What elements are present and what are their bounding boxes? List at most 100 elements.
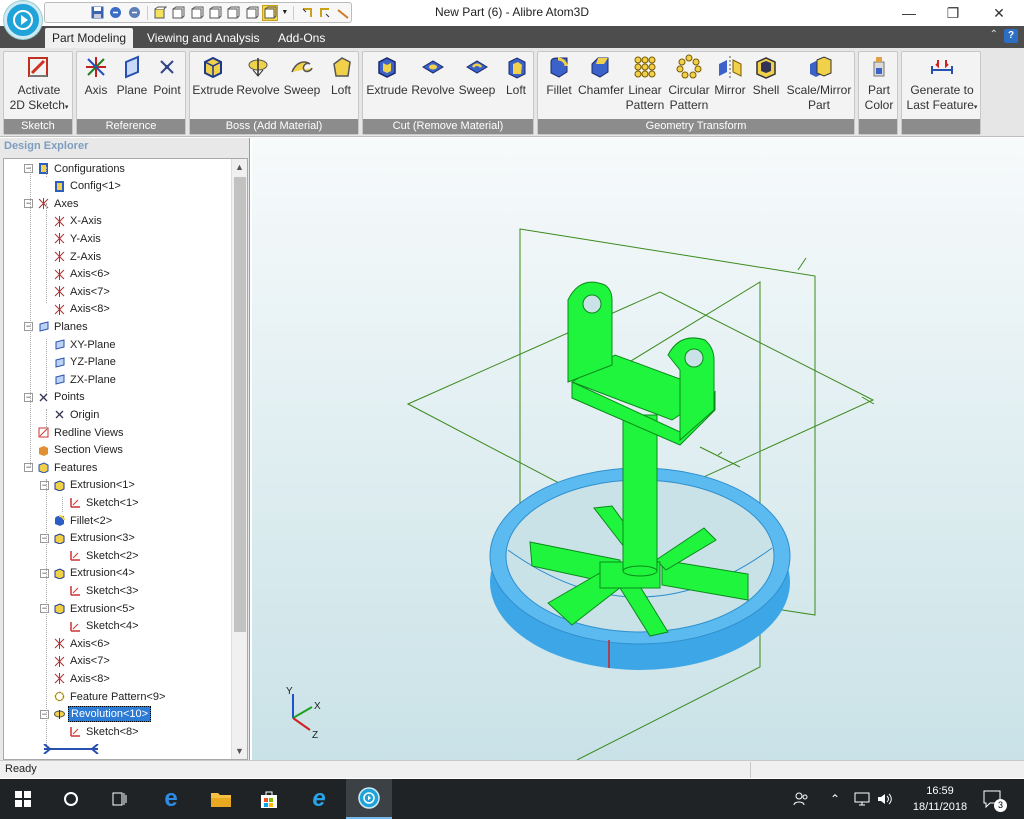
fillet-button[interactable]: Fillet xyxy=(540,54,578,98)
shell-button[interactable]: Shell xyxy=(748,54,784,98)
collapse-toggle-icon[interactable]: − xyxy=(40,568,49,578)
tree-node[interactable]: − Extrusion<5> xyxy=(40,600,137,617)
tree-node[interactable]: Fillet<2> xyxy=(40,512,114,529)
alibre-taskbar-button[interactable] xyxy=(346,779,392,819)
start-button[interactable] xyxy=(0,779,46,819)
plane-button[interactable]: Plane xyxy=(115,54,149,98)
tree-node[interactable]: Sketch<1> xyxy=(56,494,141,511)
generate-to-last-feature-button[interactable]: Generate to Last Feature▾ xyxy=(904,54,980,115)
collapse-toggle-icon[interactable]: − xyxy=(40,533,49,543)
tree-node[interactable]: Axis<7> xyxy=(40,653,112,670)
scroll-up-icon[interactable]: ▲ xyxy=(235,162,244,172)
task-view-button[interactable] xyxy=(96,779,142,819)
help-icon[interactable]: ? xyxy=(1004,29,1018,43)
tree-node[interactable]: − Planes xyxy=(24,318,90,335)
collapse-toggle-icon[interactable]: − xyxy=(24,322,33,332)
tree-node[interactable]: − Configurations xyxy=(24,160,127,177)
collapse-ribbon-icon[interactable]: ⌃ xyxy=(990,29,998,40)
tree-node[interactable]: Sketch<2> xyxy=(56,547,141,564)
tree-node[interactable]: − Axes xyxy=(24,195,80,212)
volume-icon[interactable] xyxy=(874,779,894,819)
collapse-toggle-icon[interactable]: − xyxy=(40,709,49,719)
scroll-down-icon[interactable]: ▼ xyxy=(235,746,244,756)
edge-taskbar-button[interactable]: e xyxy=(148,779,194,819)
collapse-toggle-icon[interactable]: − xyxy=(24,392,33,402)
search-button[interactable] xyxy=(48,779,94,819)
minimize-button[interactable]: — xyxy=(886,0,932,26)
tree-node[interactable]: − Extrusion<1> xyxy=(40,477,137,494)
tree-node[interactable]: − Extrusion<3> xyxy=(40,530,137,547)
scale-icon xyxy=(810,56,832,77)
tree-node[interactable]: YZ-Plane xyxy=(40,354,118,371)
boss-revolve-button[interactable]: Revolve xyxy=(236,54,280,98)
tree-node[interactable]: Config<1> xyxy=(40,178,123,195)
tree-node[interactable]: − Extrusion<4> xyxy=(40,565,137,582)
people-icon[interactable] xyxy=(790,779,812,819)
circular-pattern-button[interactable]: Circular Pattern xyxy=(666,54,712,113)
tree-node[interactable]: Y-Axis xyxy=(40,230,103,247)
maximize-button[interactable]: ❐ xyxy=(930,0,976,26)
tree-node[interactable]: − Revolution<10> xyxy=(40,706,152,723)
tree-node[interactable]: Origin xyxy=(40,406,101,423)
tree-node[interactable]: Axis<8> xyxy=(40,670,112,687)
chamfer-button[interactable]: Chamfer xyxy=(578,54,624,98)
system-clock[interactable]: 16:59 18/11/2018 xyxy=(908,783,972,815)
collapse-toggle-icon[interactable]: − xyxy=(24,463,33,473)
tree-node[interactable]: Sketch<3> xyxy=(56,582,141,599)
network-icon[interactable] xyxy=(852,779,872,819)
model-canvas[interactable] xyxy=(252,138,1024,760)
point-button[interactable]: Point xyxy=(151,54,183,98)
axis-button[interactable]: Axis xyxy=(81,54,111,98)
tree-node[interactable]: ZX-Plane xyxy=(40,371,118,388)
tree-node[interactable]: Axis<6> xyxy=(40,635,112,652)
tree-node[interactable]: Redline Views xyxy=(24,424,126,441)
cut-sweep-button[interactable]: Sweep xyxy=(457,54,497,98)
tree-node[interactable]: Axis<6> xyxy=(40,266,112,283)
tree-node-label: Features xyxy=(54,461,98,474)
cut-extrude-button[interactable]: Extrude xyxy=(365,54,409,98)
tab-part-modeling[interactable]: Part Modeling xyxy=(45,28,134,48)
scrollbar-thumb[interactable] xyxy=(234,177,246,632)
mirror-button[interactable]: Mirror xyxy=(712,54,748,98)
tree-node[interactable]: Section Views xyxy=(24,442,125,459)
collapse-toggle-icon[interactable]: − xyxy=(40,604,49,613)
tree-node[interactable]: X-Axis xyxy=(40,213,104,230)
boss-loft-button[interactable]: Loft xyxy=(324,54,358,98)
linear-pattern-button[interactable]: Linear Pattern xyxy=(624,54,666,113)
ie-taskbar-button[interactable]: e xyxy=(296,779,342,819)
app-menu-button[interactable] xyxy=(4,1,42,39)
tree-node[interactable]: Z-Axis xyxy=(40,248,103,265)
tree-node[interactable]: − Features xyxy=(24,459,99,476)
file-explorer-taskbar-button[interactable] xyxy=(198,779,244,819)
collapse-toggle-icon[interactable]: − xyxy=(40,480,49,490)
close-button[interactable]: ✕ xyxy=(976,0,1022,26)
boss-sweep-button[interactable]: Sweep xyxy=(282,54,322,98)
activate-2d-sketch-button[interactable]: Activate 2D Sketch▾ xyxy=(8,54,70,115)
tree-node-label: YZ-Plane xyxy=(70,356,116,369)
tab-add-ons[interactable]: Add-Ons xyxy=(271,28,332,48)
collapse-toggle-icon[interactable]: − xyxy=(24,199,33,209)
tree-node[interactable]: Feature Pattern<9> xyxy=(40,688,167,705)
show-hidden-icons-icon[interactable]: ⌃ xyxy=(826,779,844,819)
tree-node[interactable]: Sketch<4> xyxy=(56,618,141,635)
scale-mirror-part-button[interactable]: Scale/Mirror Part xyxy=(784,54,854,113)
tree-node[interactable]: Axis<7> xyxy=(40,283,112,300)
store-taskbar-button[interactable] xyxy=(246,779,292,819)
tree-node[interactable]: Sketch<8> xyxy=(56,723,141,740)
3d-viewport[interactable]: Y X Z xyxy=(252,138,1024,760)
cut-revolve-button[interactable]: Revolve xyxy=(411,54,455,98)
shell-icon xyxy=(756,57,776,79)
action-center-button[interactable]: 3 xyxy=(978,779,1008,819)
tree-node[interactable]: Axis<8> xyxy=(40,301,112,318)
boss-extrude-button[interactable]: Extrude xyxy=(192,54,234,98)
tab-viewing-and-analysis[interactable]: Viewing and Analysis xyxy=(140,28,267,48)
tree-scrollbar[interactable]: ▲ ▼ xyxy=(231,159,247,759)
tree-node[interactable]: XY-Plane xyxy=(40,336,117,353)
collapse-toggle-icon[interactable]: − xyxy=(24,164,33,173)
cut-loft-button[interactable]: Loft xyxy=(499,54,533,98)
tree-node-label: Section Views xyxy=(54,444,123,457)
tree-node-label: Axis<7> xyxy=(70,285,110,298)
tree-node[interactable]: − Points xyxy=(24,389,87,406)
internet-explorer-icon: e xyxy=(312,785,326,812)
part-color-button[interactable]: Part Color xyxy=(861,54,897,113)
